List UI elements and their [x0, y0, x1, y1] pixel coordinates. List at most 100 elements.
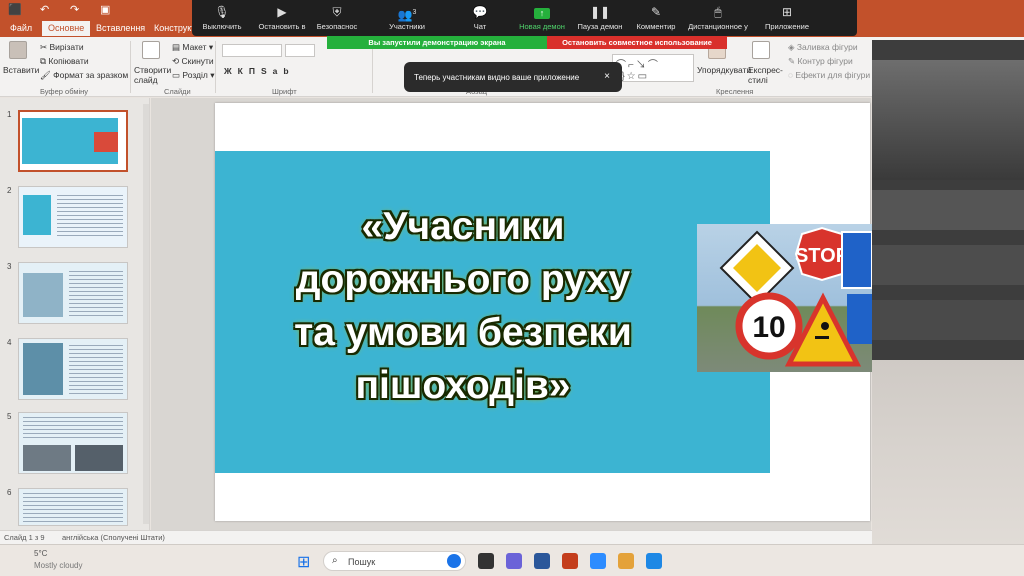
- autosave-icon[interactable]: ⬛: [8, 3, 22, 16]
- undo-icon[interactable]: ↶: [40, 3, 49, 16]
- windows-start-icon[interactable]: ⊞: [297, 552, 310, 572]
- chat-button[interactable]: 💬 Чат: [450, 5, 510, 31]
- security-label: Безопаснос: [316, 22, 358, 31]
- tab-home[interactable]: Основне: [42, 21, 91, 36]
- apps-button[interactable]: ⊞ Приложение: [757, 5, 817, 31]
- remote-control-label: Дистанционное у: [688, 22, 748, 31]
- new-slide-icon[interactable]: [142, 41, 160, 59]
- reset-button[interactable]: ⟲ Скинути: [172, 56, 214, 67]
- pen-icon: ✎: [650, 5, 662, 19]
- thumbnails-scrollbar[interactable]: [143, 104, 149, 524]
- windows-taskbar: 5°C Mostly cloudy ⊞ ⌕ Пошук: [0, 544, 1024, 576]
- thumb-image: [75, 445, 123, 471]
- shape-effects-label: Ефекти для фігури: [795, 70, 871, 80]
- teams-icon[interactable]: [506, 553, 522, 569]
- format-painter-button[interactable]: 🖌 Формат за зразком: [40, 70, 128, 81]
- stop-sign-text: STOP: [795, 245, 849, 267]
- shape-effects-button[interactable]: ◌ Ефекти для фігури: [788, 70, 870, 80]
- mute-label: Выключить: [202, 22, 242, 31]
- divider: [130, 41, 131, 93]
- drawing-group-label: Креслення: [716, 87, 754, 96]
- arrange-button[interactable]: Упорядкувати: [697, 65, 751, 75]
- thumb-image: [23, 343, 63, 395]
- redo-icon[interactable]: ↷: [70, 3, 79, 16]
- security-button[interactable]: ⛨ Безопаснос: [307, 5, 367, 31]
- reset-label: Скинути: [181, 56, 214, 66]
- mute-button[interactable]: 🎙 Выключить: [192, 5, 252, 31]
- annotate-label: Комментир: [636, 22, 676, 31]
- remote-control-button[interactable]: 🖱 Дистанционное у: [688, 5, 748, 31]
- title-line: пішоходів»: [355, 364, 571, 407]
- present-icon[interactable]: ▣: [100, 3, 110, 16]
- slide-number: 5: [7, 412, 12, 421]
- weather-temp[interactable]: 5°C: [34, 549, 47, 558]
- video-tile[interactable]: [872, 190, 1024, 230]
- edge-icon[interactable]: [646, 553, 662, 569]
- stop-sharing-button[interactable]: Остановить совместное использование: [547, 36, 727, 49]
- thumb-image: [94, 132, 118, 152]
- paste-icon[interactable]: [9, 41, 27, 59]
- slide-number: 4: [7, 338, 12, 347]
- language-indicator[interactable]: англійська (Сполучені Штати): [62, 533, 165, 542]
- camera-icon: ▶: [277, 5, 287, 19]
- participants-button[interactable]: 👥3 Участники: [377, 5, 437, 31]
- cut-label: Вирізати: [49, 42, 84, 52]
- sharing-banner: Вы запустили демонстрацию экрана: [327, 36, 547, 49]
- font-group-label: Шрифт: [272, 87, 297, 96]
- chat-label: Чат: [473, 22, 487, 31]
- tab-file[interactable]: Файл: [10, 23, 32, 33]
- weather-desc[interactable]: Mostly cloudy: [34, 561, 82, 570]
- pause-icon: ❚❚: [589, 5, 611, 19]
- copy-button[interactable]: ⧉ Копіювати: [40, 56, 89, 67]
- quick-styles-button[interactable]: Експрес-стилі: [748, 65, 783, 85]
- file-explorer-icon[interactable]: [618, 553, 634, 569]
- sharing-banner-text: Вы запустили демонстрацию экрана: [368, 38, 506, 47]
- video-tile[interactable]: [872, 300, 1024, 340]
- slide-thumbnail-5[interactable]: [18, 412, 128, 474]
- slide-thumbnail-1[interactable]: [18, 110, 128, 172]
- close-icon[interactable]: ×: [604, 71, 610, 82]
- search-icon: ⌕: [332, 555, 338, 566]
- layout-button[interactable]: ▤ Макет ▾: [172, 42, 213, 53]
- new-slide-button[interactable]: Створити слайд: [134, 65, 171, 85]
- powerpoint-icon[interactable]: [562, 553, 578, 569]
- tab-insert[interactable]: Вставлення: [96, 23, 145, 33]
- sharing-toast: Теперь участникам видно ваше приложение …: [404, 62, 622, 92]
- video-tile[interactable]: [872, 60, 1024, 180]
- remote-control-icon: 🖱: [714, 5, 722, 19]
- search-placeholder: Пошук: [348, 557, 376, 567]
- shapes-gallery[interactable]: ⌒⌐↘⌒ {}☆▭: [612, 54, 694, 82]
- slide-thumbnail-2[interactable]: [18, 186, 128, 248]
- word-icon[interactable]: [534, 553, 550, 569]
- thumb-block: [23, 195, 51, 235]
- shape-fill-button[interactable]: ◈ Заливка фігури: [788, 42, 858, 53]
- stop-video-button[interactable]: ▶ Остановить в: [252, 5, 312, 31]
- thumb-image: [23, 273, 63, 317]
- annotate-button[interactable]: ✎ Комментир: [626, 5, 686, 31]
- slide-thumbnail-6[interactable]: [18, 488, 128, 526]
- speed-limit-text: 10: [752, 311, 785, 344]
- slide-thumbnail-3[interactable]: [18, 262, 128, 324]
- slide-title[interactable]: «Учасники дорожнього руху та умови безпе…: [218, 200, 708, 412]
- new-share-button[interactable]: ↑ Новая демон: [512, 5, 572, 31]
- font-format-buttons[interactable]: ЖКПSab: [224, 66, 295, 76]
- share-screen-icon: ↑: [512, 5, 572, 20]
- road-signs-image[interactable]: STOP 10: [697, 224, 872, 372]
- zoom-icon[interactable]: [590, 553, 606, 569]
- pause-share-button[interactable]: ❚❚ Пауза демон: [570, 5, 630, 31]
- road-signs-picture: STOP 10: [719, 226, 872, 367]
- cut-button[interactable]: ✂ Вирізати: [40, 42, 84, 53]
- task-view-icon[interactable]: [478, 553, 494, 569]
- pause-share-label: Пауза демон: [577, 22, 623, 31]
- taskbar-search-box[interactable]: ⌕ Пошук: [323, 551, 466, 571]
- layout-label: Макет: [182, 42, 207, 52]
- slide-thumbnails-pane: 1 2 3 4 5 6: [0, 98, 150, 530]
- section-button[interactable]: ▭ Розділ ▾: [172, 70, 215, 81]
- font-name-input[interactable]: [222, 44, 282, 57]
- quick-styles-icon[interactable]: [752, 41, 770, 59]
- paste-button[interactable]: Вставити: [3, 65, 39, 75]
- font-size-input[interactable]: [285, 44, 315, 57]
- video-tile[interactable]: [872, 245, 1024, 285]
- slide-thumbnail-4[interactable]: [18, 338, 128, 400]
- shape-outline-button[interactable]: ✎ Контур фігури: [788, 56, 853, 67]
